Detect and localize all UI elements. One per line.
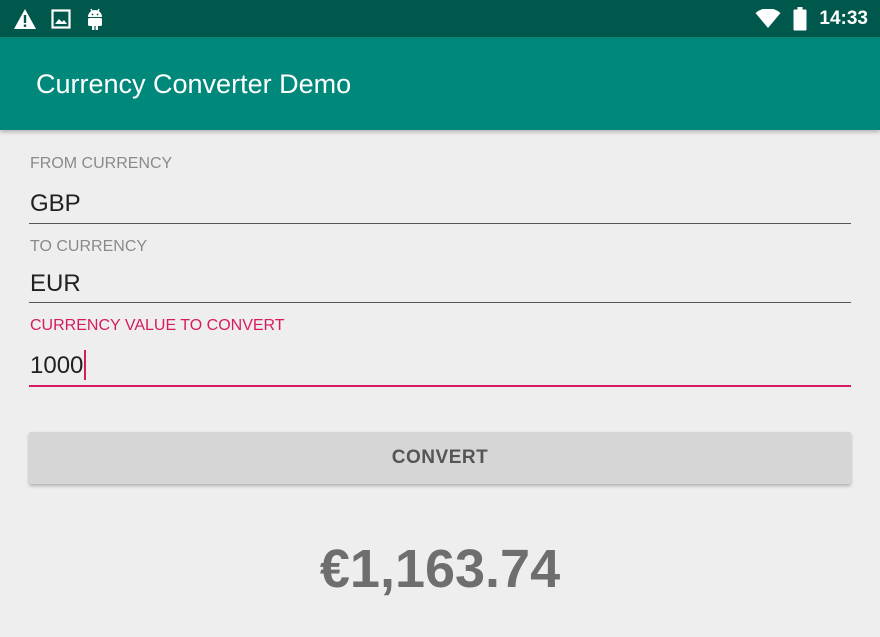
amount-input[interactable]: 1000 <box>30 349 87 380</box>
from-currency-label: FROM CURRENCY <box>30 155 173 172</box>
amount-label: CURRENCY VALUE TO CONVERT <box>30 317 285 334</box>
amount-value: 1000 <box>30 352 84 379</box>
app-bar: Currency Converter Demo <box>0 37 880 130</box>
text-cursor <box>84 349 87 380</box>
status-bar: 14:33 <box>0 0 880 37</box>
to-currency-label: TO CURRENCY <box>30 238 148 255</box>
image-icon <box>51 8 71 29</box>
battery-icon <box>793 6 807 31</box>
convert-button[interactable]: CONVERT <box>29 432 851 484</box>
from-currency-underline <box>29 223 851 224</box>
status-notifications <box>13 6 105 31</box>
wifi-icon <box>755 8 781 29</box>
warning-icon <box>13 8 37 30</box>
from-currency-input[interactable]: GBP <box>30 190 81 218</box>
conversion-result: €1,163.74 <box>319 539 561 599</box>
android-icon <box>85 7 105 31</box>
status-time: 14:33 <box>819 7 868 29</box>
amount-underline <box>29 385 851 387</box>
to-currency-underline <box>29 302 851 303</box>
app-title: Currency Converter Demo <box>36 69 352 99</box>
to-currency-input[interactable]: EUR <box>30 270 81 298</box>
status-system: 14:33 <box>755 6 868 31</box>
